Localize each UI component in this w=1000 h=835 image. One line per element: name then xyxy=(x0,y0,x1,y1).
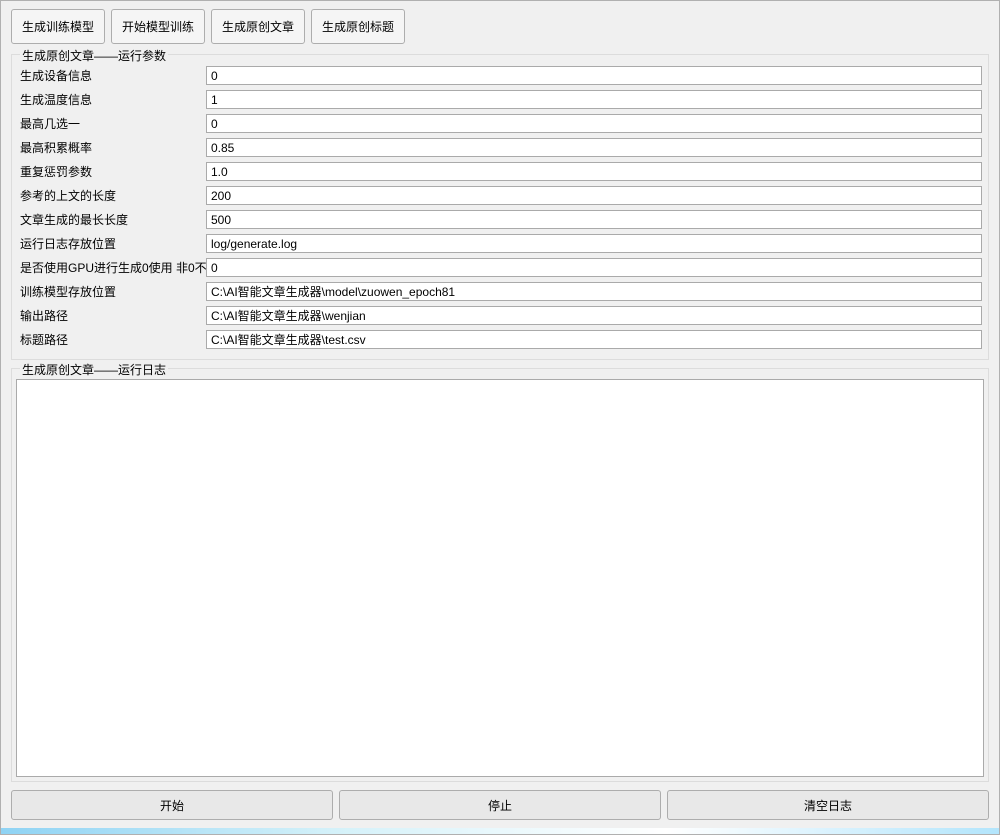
topp-input[interactable] xyxy=(206,138,982,157)
param-label: 最高几选一 xyxy=(18,115,206,132)
param-label: 生成设备信息 xyxy=(18,67,206,84)
bottom-toolbar: 开始 停止 清空日志 xyxy=(1,782,999,828)
generate-original-title-button[interactable]: 生成原创标题 xyxy=(311,9,405,44)
log-textarea[interactable] xyxy=(16,379,984,777)
start-button[interactable]: 开始 xyxy=(11,790,333,820)
generate-original-article-button[interactable]: 生成原创文章 xyxy=(211,9,305,44)
param-row-model-path: 训练模型存放位置 xyxy=(18,281,982,302)
param-label: 重复惩罚参数 xyxy=(18,163,206,180)
stop-button[interactable]: 停止 xyxy=(339,790,661,820)
log-path-input[interactable] xyxy=(206,234,982,253)
use-gpu-input[interactable] xyxy=(206,258,982,277)
content-wrapper: 生成训练模型 开始模型训练 生成原创文章 生成原创标题 生成原创文章——运行参数… xyxy=(1,1,999,828)
param-row-log-path: 运行日志存放位置 xyxy=(18,233,982,254)
run-log-group: 生成原创文章——运行日志 xyxy=(11,368,989,782)
param-row-use-gpu: 是否使用GPU进行生成0使用 非0不使用 xyxy=(18,257,982,278)
param-row-max-len: 文章生成的最长长度 xyxy=(18,209,982,230)
param-label: 参考的上文的长度 xyxy=(18,187,206,204)
max-length-input[interactable] xyxy=(206,210,982,229)
temperature-input[interactable] xyxy=(206,90,982,109)
output-path-input[interactable] xyxy=(206,306,982,325)
context-length-input[interactable] xyxy=(206,186,982,205)
device-info-input[interactable] xyxy=(206,66,982,85)
param-label: 生成温度信息 xyxy=(18,91,206,108)
param-row-topp: 最高积累概率 xyxy=(18,137,982,158)
param-row-title-path: 标题路径 xyxy=(18,329,982,350)
title-path-input[interactable] xyxy=(206,330,982,349)
run-params-group: 生成原创文章——运行参数 生成设备信息 生成温度信息 最高几选一 最高积累概率 … xyxy=(11,54,989,360)
param-row-device: 生成设备信息 xyxy=(18,65,982,86)
param-row-context-len: 参考的上文的长度 xyxy=(18,185,982,206)
topk-input[interactable] xyxy=(206,114,982,133)
top-toolbar: 生成训练模型 开始模型训练 生成原创文章 生成原创标题 xyxy=(1,1,999,48)
model-path-input[interactable] xyxy=(206,282,982,301)
param-label: 训练模型存放位置 xyxy=(18,283,206,300)
generate-train-model-button[interactable]: 生成训练模型 xyxy=(11,9,105,44)
param-label: 标题路径 xyxy=(18,331,206,348)
param-label: 输出路径 xyxy=(18,307,206,324)
param-row-repetition: 重复惩罚参数 xyxy=(18,161,982,182)
param-label: 运行日志存放位置 xyxy=(18,235,206,252)
clear-log-button[interactable]: 清空日志 xyxy=(667,790,989,820)
app-window: 生成训练模型 开始模型训练 生成原创文章 生成原创标题 生成原创文章——运行参数… xyxy=(0,0,1000,835)
param-label: 文章生成的最长长度 xyxy=(18,211,206,228)
run-params-group-title: 生成原创文章——运行参数 xyxy=(20,47,168,64)
param-label: 最高积累概率 xyxy=(18,139,206,156)
param-row-topk: 最高几选一 xyxy=(18,113,982,134)
repetition-penalty-input[interactable] xyxy=(206,162,982,181)
param-row-temperature: 生成温度信息 xyxy=(18,89,982,110)
start-model-training-button[interactable]: 开始模型训练 xyxy=(111,9,205,44)
param-label: 是否使用GPU进行生成0使用 非0不使用 xyxy=(18,259,206,276)
param-row-output-path: 输出路径 xyxy=(18,305,982,326)
run-log-group-title: 生成原创文章——运行日志 xyxy=(20,361,168,378)
taskbar-edge xyxy=(1,828,999,834)
